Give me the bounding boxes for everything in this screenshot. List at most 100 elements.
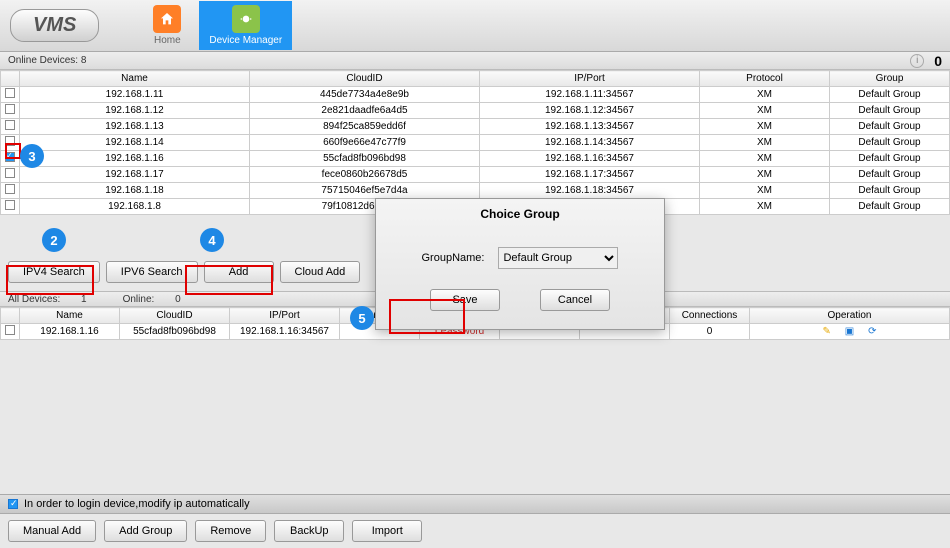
home-icon	[153, 5, 181, 33]
cell-protocol: XM	[700, 87, 830, 103]
table-row[interactable]: 192.168.1.16 55cfad8fb096bd98 192.168.1.…	[1, 151, 950, 167]
row-checkbox[interactable]	[5, 88, 15, 98]
cell-name: 192.168.1.14	[20, 135, 250, 151]
row-checkbox[interactable]	[5, 136, 15, 146]
cloud-add-button[interactable]: Cloud Add	[280, 261, 361, 283]
cell-protocol: XM	[700, 151, 830, 167]
cell-cloudid: 894f25ca859edd6f	[250, 119, 480, 135]
cell-cloudid: 55cfad8fb096bd98	[120, 324, 230, 340]
ipv6-search-button[interactable]: IPV6 Search	[106, 261, 198, 283]
column-header[interactable]: Operation	[750, 308, 950, 324]
groupname-select[interactable]: Default Group	[498, 247, 618, 269]
online-label2: Online:	[123, 294, 155, 305]
edit-icon[interactable]: ✎	[821, 326, 833, 338]
column-header[interactable]: Group	[830, 71, 950, 87]
online-devices-bar: Online Devices: 8 i 0	[0, 52, 950, 70]
cell-cloudid: 660f9e66e47c77f9	[250, 135, 480, 151]
column-header[interactable]: CloudID	[250, 71, 480, 87]
cell-name: 192.168.1.18	[20, 183, 250, 199]
logo: VMS	[10, 9, 99, 42]
table-row[interactable]: 192.168.1.11 445de7734a4e8e9b 192.168.1.…	[1, 87, 950, 103]
cell-protocol: XM	[700, 183, 830, 199]
cell-protocol: XM	[700, 119, 830, 135]
remove-button[interactable]: Remove	[195, 520, 266, 542]
footer-checkbox-bar: In order to login device,modify ip autom…	[0, 494, 950, 514]
bottom-action-bar: Manual Add Add Group Remove BackUp Import	[0, 514, 950, 548]
ipv4-search-button[interactable]: IPV4 Search	[8, 261, 100, 283]
column-header[interactable]: IP/Port	[230, 308, 340, 324]
column-header[interactable]	[1, 71, 20, 87]
online-count2: 0	[175, 294, 181, 305]
cell-group: Default Group	[830, 199, 950, 215]
cell-cloudid: 55cfad8fb096bd98	[250, 151, 480, 167]
row-checkbox[interactable]	[5, 120, 15, 130]
dialog-title: Choice Group	[376, 199, 664, 229]
cell-protocol: XM	[700, 103, 830, 119]
column-header[interactable]: Connections	[670, 308, 750, 324]
add-button[interactable]: Add	[204, 261, 274, 283]
row-checkbox[interactable]	[5, 184, 15, 194]
online-devices-label: Online Devices:	[8, 55, 78, 66]
online-devices-count: 8	[81, 55, 87, 66]
cell-name: 192.168.1.13	[20, 119, 250, 135]
cell-group: Default Group	[830, 87, 950, 103]
cell-ipport: 192.168.1.13:34567	[480, 119, 700, 135]
cell-protocol: XM	[700, 199, 830, 215]
save-button[interactable]: Save	[430, 289, 500, 311]
cell-cloudid: fece0860b26678d5	[250, 167, 480, 183]
cell-name: 192.168.1.12	[20, 103, 250, 119]
cell-ipport: 192.168.1.16:34567	[230, 324, 340, 340]
backup-button[interactable]: BackUp	[274, 520, 344, 542]
table-row[interactable]: 192.168.1.18 75715046ef5e7d4a 192.168.1.…	[1, 183, 950, 199]
nav-device-manager[interactable]: Device Manager	[199, 1, 292, 50]
cell-group: Default Group	[830, 167, 950, 183]
cell-ipport: 192.168.1.17:34567	[480, 167, 700, 183]
choice-group-dialog: Choice Group GroupName: Default Group Sa…	[375, 198, 665, 330]
import-button[interactable]: Import	[352, 520, 422, 542]
auto-ip-label: In order to login device,modify ip autom…	[24, 498, 250, 510]
add-group-button[interactable]: Add Group	[104, 520, 187, 542]
table-row[interactable]: 192.168.1.13 894f25ca859edd6f 192.168.1.…	[1, 119, 950, 135]
nav-home[interactable]: Home	[143, 1, 191, 50]
column-header[interactable]: CloudID	[120, 308, 230, 324]
row-checkbox[interactable]	[5, 104, 15, 114]
cancel-button[interactable]: Cancel	[540, 289, 610, 311]
cell-name: 192.168.1.11	[20, 87, 250, 103]
table-row[interactable]: 192.168.1.14 660f9e66e47c77f9 192.168.1.…	[1, 135, 950, 151]
row-checkbox[interactable]	[5, 152, 15, 162]
cell-name: 192.168.1.16	[20, 324, 120, 340]
column-header[interactable]: Protocol	[700, 71, 830, 87]
cell-group: Default Group	[830, 103, 950, 119]
cell-cloudid: 75715046ef5e7d4a	[250, 183, 480, 199]
table-row[interactable]: 192.168.1.12 2e821daadfe6a4d5 192.168.1.…	[1, 103, 950, 119]
nav-device-label: Device Manager	[209, 35, 282, 46]
header-bar: VMS Home Device Manager	[0, 0, 950, 52]
cell-group: Default Group	[830, 183, 950, 199]
auto-ip-checkbox[interactable]	[8, 499, 18, 509]
cell-name: 192.168.1.17	[20, 167, 250, 183]
cell-ipport: 192.168.1.14:34567	[480, 135, 700, 151]
refresh-icon[interactable]: ⟳	[866, 326, 878, 338]
row-checkbox[interactable]	[5, 168, 15, 178]
column-header[interactable]: Name	[20, 71, 250, 87]
cell-ipport: 192.168.1.16:34567	[480, 151, 700, 167]
manual-add-button[interactable]: Manual Add	[8, 520, 96, 542]
online-devices-table: NameCloudIDIP/PortProtocolGroup 192.168.…	[0, 70, 950, 215]
cell-group: Default Group	[830, 151, 950, 167]
device-icon	[232, 5, 260, 33]
cell-operation: ✎ ▣ ⟳	[750, 324, 950, 340]
column-header[interactable]: IP/Port	[480, 71, 700, 87]
column-header[interactable]	[1, 308, 20, 324]
column-header[interactable]: Name	[20, 308, 120, 324]
cell-cloudid: 2e821daadfe6a4d5	[250, 103, 480, 119]
cell-cloudid: 445de7734a4e8e9b	[250, 87, 480, 103]
info-icon[interactable]: i	[910, 54, 924, 68]
cell-ipport: 192.168.1.11:34567	[480, 87, 700, 103]
cell-protocol: XM	[700, 167, 830, 183]
row-checkbox[interactable]	[5, 200, 15, 210]
cell-connections: 0	[670, 324, 750, 340]
row-checkbox[interactable]	[5, 325, 15, 335]
video-icon[interactable]: ▣	[844, 326, 856, 338]
table-row[interactable]: 192.168.1.17 fece0860b26678d5 192.168.1.…	[1, 167, 950, 183]
all-devices-label: All Devices:	[8, 294, 60, 305]
